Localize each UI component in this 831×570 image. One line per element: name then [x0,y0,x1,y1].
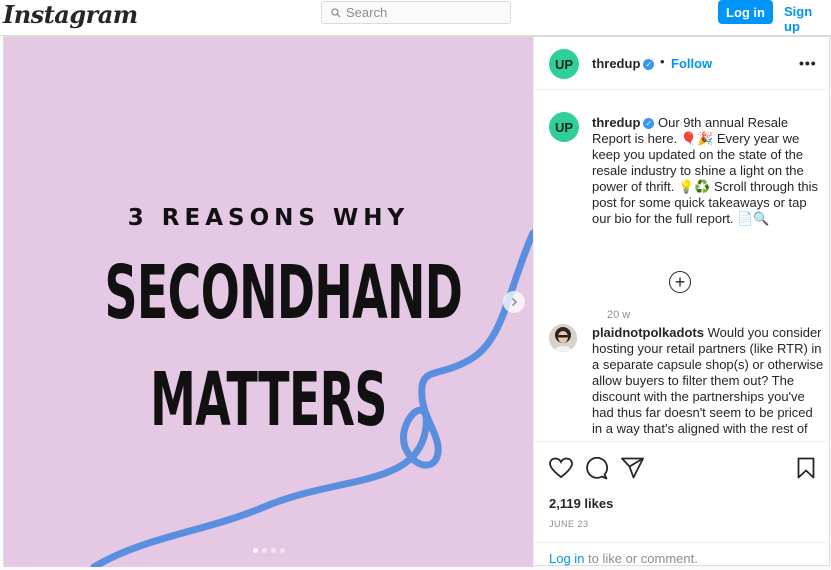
login-prompt: Log in to like or comment. [534,542,830,568]
caption-username[interactable]: thredup [592,115,640,130]
verified-badge-icon: ✓ [643,118,655,130]
caption-avatar[interactable]: UP [549,112,579,142]
post-date[interactable]: JUNE 23 [549,519,589,529]
commenter-avatar[interactable] [549,324,577,352]
caption-body: Our 9th annual Resale Report is here. 🎈🎉… [592,115,819,226]
post-container: 3 REASONS WHY SECONDHAND MATTERS UP thre… [3,36,830,567]
signup-link[interactable]: Sign up [784,4,831,34]
author-username-text: thredup [592,56,641,71]
comment-icon[interactable] [585,457,608,480]
caption-text: thredup ✓ Our 9th annual Resale Report is… [592,115,822,227]
image-title-line1: SECONDHAND [104,250,463,336]
instagram-logo[interactable]: Instagram [3,0,138,29]
likes-count[interactable]: 2,119 likes [549,496,613,511]
verified-badge-icon: ✓ [643,59,655,71]
comment-text: plaidnotpolkadots Would you consider hos… [592,325,824,441]
login-button[interactable]: Log in [718,0,773,24]
caption-timestamp[interactable]: 20 w [607,309,630,321]
bookmark-icon[interactable] [797,457,815,479]
search-icon [331,7,341,17]
follow-button[interactable]: Follow [671,56,712,71]
commenter-username[interactable]: plaidnotpolkadots [592,325,704,340]
top-navigation-bar: Instagram Search Log in Sign up [0,0,831,36]
image-subtitle: 3 REASONS WHY [127,205,410,231]
login-prompt-suffix: to like or comment. [584,551,698,566]
login-link[interactable]: Log in [549,551,584,566]
slide-dot [262,548,267,553]
post-sidebar: UP thredup ✓ • Follow ••• UP thredup ✓ Our… [533,37,830,567]
comment-body: Would you consider hosting your retail p… [592,325,824,441]
load-more-comments-icon[interactable]: + [669,271,691,293]
author-username[interactable]: thredup ✓ [592,56,655,71]
post-actions: 2,119 likes JUNE 23 Log in to like or co… [534,441,830,567]
slide-dot [280,548,285,553]
slide-dot-active [253,548,258,553]
image-title-line2: MATTERS [150,357,387,443]
more-options-icon[interactable]: ••• [799,55,817,71]
slide-indicator [253,548,285,553]
slide-dot [271,548,276,553]
next-slide-button[interactable] [503,291,525,313]
author-avatar[interactable]: UP [549,49,579,79]
chevron-right-icon [511,297,518,307]
search-input[interactable]: Search [321,1,511,24]
post-image[interactable]: 3 REASONS WHY SECONDHAND MATTERS [4,37,533,567]
separator-dot: • [660,54,665,69]
post-header: UP thredup ✓ • Follow ••• [534,37,830,90]
search-placeholder: Search [346,5,388,20]
heart-icon[interactable] [549,457,573,479]
person-avatar-icon [549,324,577,352]
share-icon[interactable] [621,457,644,479]
comment-item: plaidnotpolkadots Would you consider hos… [549,321,824,441]
